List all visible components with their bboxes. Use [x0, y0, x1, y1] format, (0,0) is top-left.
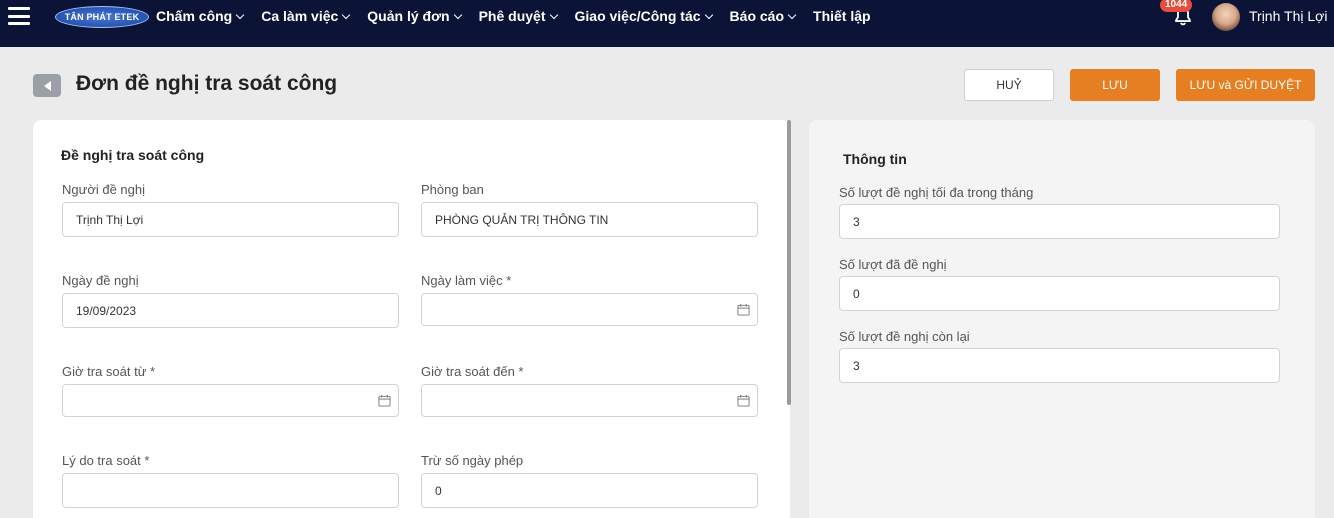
chevron-down-icon [453, 10, 462, 19]
nav-item-quan-ly-don[interactable]: Quản lý đơn [367, 8, 462, 24]
used-requests-field: 0 [839, 276, 1280, 311]
used-requests-label: Số lượt đã đề nghị [839, 257, 947, 272]
time-from-field[interactable] [62, 384, 399, 417]
chevron-down-icon [342, 10, 351, 19]
save-button[interactable]: LƯU [1070, 69, 1160, 101]
reason-label: Lý do tra soát * [62, 453, 150, 468]
work-date-label: Ngày làm việc * [421, 273, 512, 288]
menu-icon[interactable] [8, 7, 30, 25]
calendar-icon[interactable] [737, 303, 750, 316]
chevron-down-icon [235, 10, 245, 19]
requester-label: Người đề nghị [62, 182, 145, 197]
info-section-title: Thông tin [843, 151, 907, 167]
nav-item-label: Quản lý đơn [367, 8, 450, 24]
calendar-icon[interactable] [378, 394, 391, 407]
chevron-down-icon [787, 10, 797, 19]
remaining-requests-label: Số lượt đề nghị còn lại [839, 329, 970, 344]
nav-item-bao-cao[interactable]: Báo cáo [729, 8, 797, 24]
request-date-label: Ngày đề nghị [62, 273, 139, 288]
chevron-down-icon [704, 10, 713, 19]
nav-item-label: Chấm công [156, 8, 233, 24]
requester-field[interactable]: Trịnh Thị Lợi [62, 202, 399, 237]
cancel-button[interactable]: HUỶ [964, 69, 1054, 101]
max-requests-field: 3 [839, 204, 1280, 239]
request-form-panel: Đề nghị tra soát công Người đề nghị Trịn… [33, 120, 790, 518]
leave-deduct-label: Trừ số ngày phép [421, 453, 524, 468]
max-requests-label: Số lượt đề nghị tối đa trong tháng [839, 185, 1034, 200]
save-and-send-button[interactable]: LƯU và GỬI DUYỆT [1176, 69, 1315, 101]
form-scrollbar[interactable] [787, 120, 791, 405]
nav-item-giao-viec[interactable]: Giao việc/Công tác [574, 8, 713, 24]
time-from-label: Giờ tra soát từ * [62, 364, 156, 379]
nav-item-label: Giao việc/Công tác [574, 8, 701, 24]
nav-item-label: Báo cáo [729, 8, 785, 24]
time-to-label: Giờ tra soát đến * [421, 364, 524, 379]
chevron-down-icon [549, 10, 558, 19]
nav-item-label: Thiết lập [813, 8, 871, 24]
nav-item-thiet-lap[interactable]: Thiết lập [813, 8, 871, 24]
remaining-requests-field: 3 [839, 348, 1280, 383]
notification-badge: 1044 [1160, 0, 1193, 12]
nav-item-cham-cong[interactable]: Chấm công [156, 8, 245, 24]
back-button[interactable] [33, 74, 61, 97]
department-field[interactable]: PHÒNG QUẢN TRỊ THÔNG TIN [421, 202, 758, 237]
nav-item-label: Ca làm việc [261, 8, 339, 24]
nav-item-ca-lam-viec[interactable]: Ca làm việc [261, 8, 351, 24]
calendar-icon[interactable] [737, 394, 750, 407]
time-to-field[interactable] [421, 384, 758, 417]
leave-deduct-field[interactable]: 0 [421, 473, 758, 508]
department-label: Phòng ban [421, 182, 484, 197]
nav-item-label: Phê duyệt [478, 8, 546, 24]
main-nav: Chấm công Ca làm việc Quản lý đơn Phê du… [156, 0, 889, 32]
form-section-title: Đề nghị tra soát công [61, 147, 205, 163]
info-panel: Thông tin Số lượt đề nghị tối đa trong t… [809, 120, 1315, 518]
top-navbar: TÂN PHÁT ETEK Chấm công Ca làm việc Quản… [0, 0, 1334, 47]
company-logo[interactable]: TÂN PHÁT ETEK [55, 6, 149, 28]
request-date-field[interactable]: 19/09/2023 [62, 293, 399, 328]
avatar[interactable] [1212, 3, 1240, 31]
back-arrow-icon [43, 80, 51, 91]
page-title: Đơn đề nghị tra soát công [76, 72, 338, 95]
work-date-field[interactable] [421, 293, 758, 326]
nav-item-phe-duyet[interactable]: Phê duyệt [478, 8, 558, 24]
user-name[interactable]: Trịnh Thị Lợi [1249, 8, 1327, 24]
reason-field[interactable] [62, 473, 399, 508]
